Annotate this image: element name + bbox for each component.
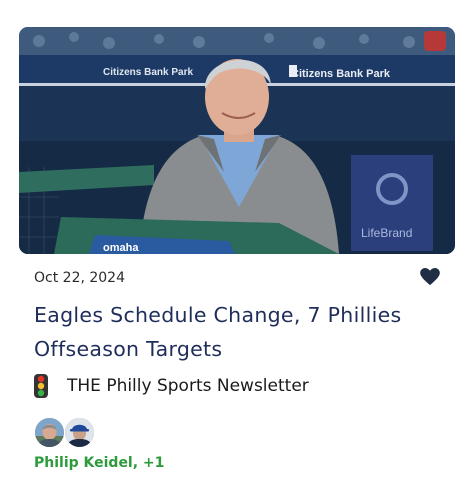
heart-icon[interactable] — [420, 268, 440, 286]
avatar-image — [65, 418, 94, 447]
post-date: Oct 22, 2024 — [34, 270, 125, 286]
traffic-light-icon — [34, 374, 48, 398]
avatar-image — [35, 418, 64, 447]
post-authors[interactable]: Philip Keidel, +1 — [34, 455, 164, 471]
avatar[interactable] — [64, 417, 95, 448]
avatar[interactable] — [34, 417, 65, 448]
hero-image[interactable]: Citizens Bank Park Citizens Bank Park Li… — [19, 27, 455, 254]
banner-text-left: Citizens Bank Park — [103, 67, 193, 78]
rail-text: omaha — [103, 242, 139, 254]
sign-text: LifeBrand — [361, 226, 412, 240]
publication-name: THE Philly Sports Newsletter — [67, 376, 309, 396]
publication[interactable]: THE Philly Sports Newsletter — [34, 373, 309, 399]
author-avatars[interactable] — [34, 417, 95, 449]
banner-text-right: Citizens Bank Park — [291, 68, 391, 80]
hero-photo: Citizens Bank Park Citizens Bank Park Li… — [19, 27, 455, 254]
post-title[interactable]: Eagles Schedule Change, 7 Phillies Offse… — [34, 298, 434, 366]
